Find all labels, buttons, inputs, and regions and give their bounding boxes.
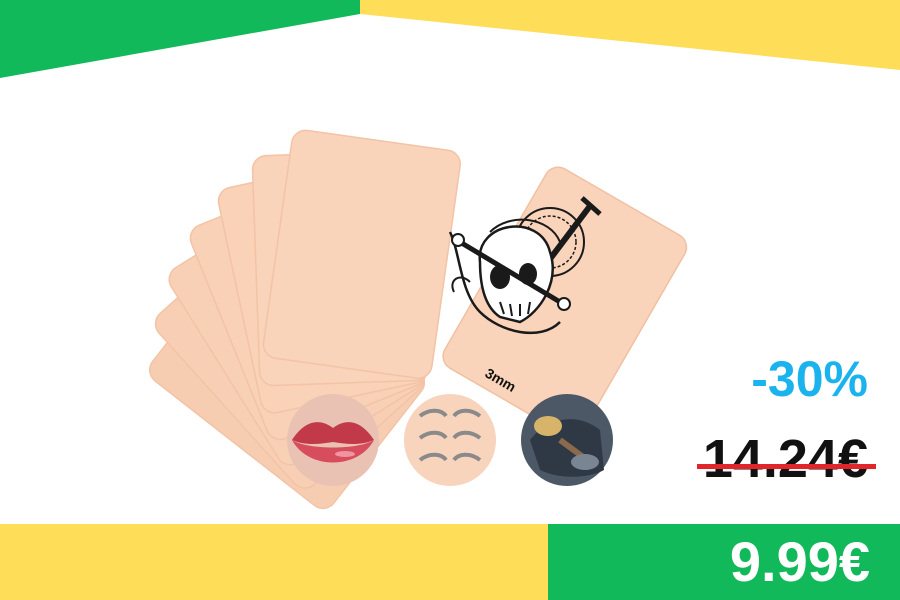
price-strikethrough (696, 464, 876, 469)
old-price: 14.24€ (696, 429, 876, 489)
new-price: 9.99€ (729, 530, 870, 593)
top-yellow-stripe (360, 0, 900, 70)
thumbnail-lips (287, 394, 379, 486)
bottom-yellow-stripe (0, 524, 548, 600)
banner-background: 3mm (0, 0, 900, 600)
old-price-value: 14.24€ (702, 429, 868, 489)
thumbnail-tattoo-machine (521, 394, 613, 486)
top-green-stripe (0, 0, 360, 78)
discount-label: -30% (751, 351, 868, 407)
skin-card (262, 129, 461, 379)
thumbnail-eyebrows (404, 394, 496, 486)
